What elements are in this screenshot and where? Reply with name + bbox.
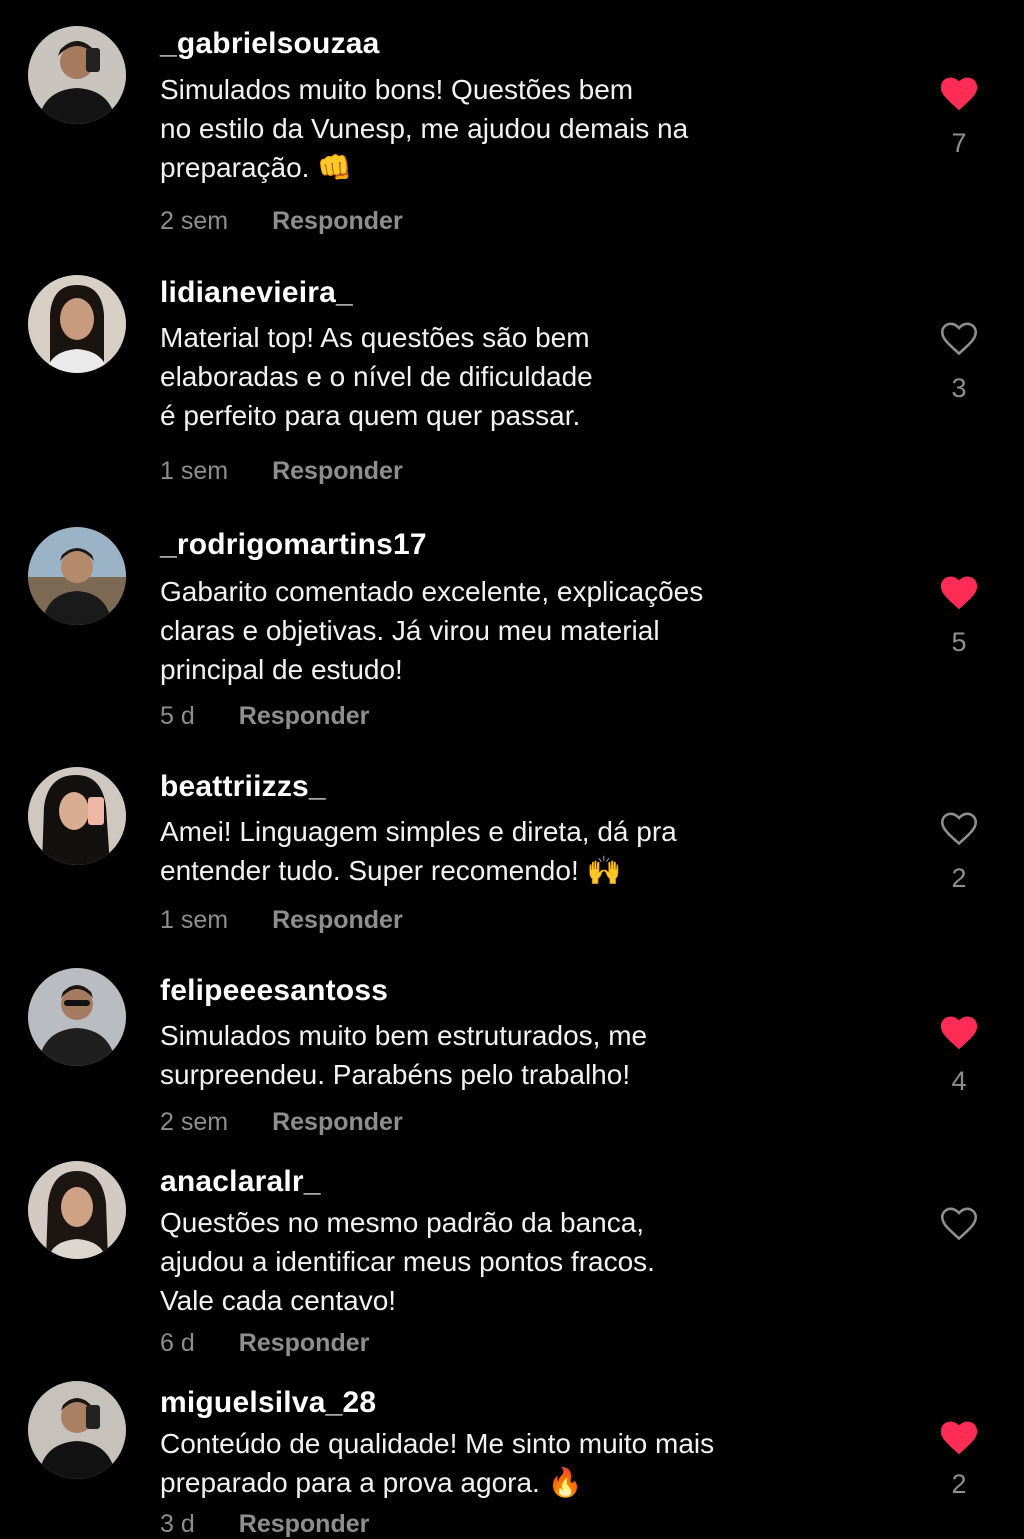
comment-text-line: preparado para a prova agora. 🔥 — [160, 1467, 583, 1498]
comment-username[interactable]: lidianevieira_ — [160, 275, 353, 311]
comment-text-line: Simulados muito bem estruturados, me — [160, 1020, 648, 1051]
comment-username[interactable]: _rodrigomartins17 — [160, 527, 427, 563]
comment-text-line: Questões no mesmo padrão da banca, — [160, 1207, 645, 1238]
avatar[interactable] — [28, 968, 126, 1066]
comment-text-line: Gabarito comentado excelente, explicaçõe… — [160, 576, 704, 607]
heart-outline-icon[interactable] — [938, 319, 980, 357]
heart-outline-icon[interactable] — [938, 1204, 980, 1242]
avatar[interactable] — [28, 1161, 126, 1259]
comment-text: Amei! Linguagem simples e direta, dá pra… — [160, 812, 800, 890]
reply-button[interactable]: Responder — [272, 206, 403, 236]
comment-timestamp: 6 d — [160, 1329, 195, 1357]
avatar[interactable] — [28, 275, 126, 373]
comment-text: Gabarito comentado excelente, explicaçõe… — [160, 572, 800, 689]
comment-username[interactable]: _gabrielsouzaa — [160, 26, 380, 62]
like-count: 7 — [951, 128, 967, 158]
comment-text-line: é perfeito para quem quer passar. — [160, 400, 581, 431]
reply-button[interactable]: Responder — [239, 701, 370, 731]
comment-timestamp: 1 sem — [160, 906, 229, 934]
comment-meta: 2 sem Responder — [160, 206, 403, 236]
comment-meta: 1 sem Responder — [160, 905, 403, 935]
comment-text: Simulados muito bons! Questões bem no es… — [160, 70, 800, 187]
comment-text-line: Vale cada centavo! — [160, 1285, 397, 1316]
like-count: 4 — [951, 1066, 967, 1096]
comment-meta: 6 d Responder — [160, 1328, 369, 1358]
like-count: 2 — [951, 1469, 967, 1499]
comment-text: Material top! As questões são bem elabor… — [160, 318, 800, 435]
comment-text-line: principal de estudo! — [160, 654, 403, 685]
like-count: 5 — [951, 627, 967, 657]
comment-meta: 3 d Responder — [160, 1509, 369, 1539]
comment-text-line: surpreendeu. Parabéns pelo trabalho! — [160, 1059, 631, 1090]
comment-timestamp: 5 d — [160, 702, 195, 730]
comment-username[interactable]: beattriizzs_ — [160, 769, 326, 805]
comment-meta: 5 d Responder — [160, 701, 369, 731]
comment-timestamp: 2 sem — [160, 1108, 229, 1136]
comment-text: Conteúdo de qualidade! Me sinto muito ma… — [160, 1424, 800, 1502]
heart-filled-icon[interactable] — [938, 573, 980, 611]
comment-text-line: ajudou a identificar meus pontos fracos. — [160, 1246, 655, 1277]
heart-filled-icon[interactable] — [938, 1418, 980, 1456]
comment-text-line: Amei! Linguagem simples e direta, dá pra — [160, 816, 677, 847]
comment-timestamp: 3 d — [160, 1510, 195, 1538]
comment-text-line: Conteúdo de qualidade! Me sinto muito ma… — [160, 1428, 715, 1459]
comment-text-line: elaboradas e o nível de dificuldade — [160, 361, 593, 392]
comment-meta: 1 sem Responder — [160, 456, 403, 486]
reply-button[interactable]: Responder — [272, 905, 403, 935]
heart-filled-icon[interactable] — [938, 74, 980, 112]
comment-text-line: entender tudo. Super recomendo! 🙌 — [160, 855, 622, 886]
comment-text: Simulados muito bem estruturados, me sur… — [160, 1016, 800, 1094]
comment-text-line: Simulados muito bons! Questões bem — [160, 74, 634, 105]
like-count: 2 — [951, 863, 967, 893]
avatar[interactable] — [28, 26, 126, 124]
reply-button[interactable]: Responder — [272, 1107, 403, 1137]
avatar[interactable] — [28, 527, 126, 625]
comment-timestamp: 1 sem — [160, 457, 229, 485]
comment-username[interactable]: miguelsilva_28 — [160, 1385, 376, 1421]
reply-button[interactable]: Responder — [272, 456, 403, 486]
heart-filled-icon[interactable] — [938, 1013, 980, 1051]
comment-text-line: claras e objetivas. Já virou meu materia… — [160, 615, 660, 646]
like-count: 3 — [951, 373, 967, 403]
comment-username[interactable]: anaclaralr_ — [160, 1164, 321, 1200]
heart-outline-icon[interactable] — [938, 809, 980, 847]
avatar[interactable] — [28, 767, 126, 865]
comment-text-line: preparação. 👊 — [160, 152, 353, 183]
comment-username[interactable]: felipeeesantoss — [160, 973, 388, 1009]
reply-button[interactable]: Responder — [239, 1509, 370, 1539]
comment-timestamp: 2 sem — [160, 207, 229, 235]
avatar[interactable] — [28, 1381, 126, 1479]
comment-text-line: Material top! As questões são bem — [160, 322, 590, 353]
comment-text: Questões no mesmo padrão da banca, ajudo… — [160, 1203, 800, 1320]
comment-meta: 2 sem Responder — [160, 1107, 403, 1137]
reply-button[interactable]: Responder — [239, 1328, 370, 1358]
comment-text-line: no estilo da Vunesp, me ajudou demais na — [160, 113, 689, 144]
